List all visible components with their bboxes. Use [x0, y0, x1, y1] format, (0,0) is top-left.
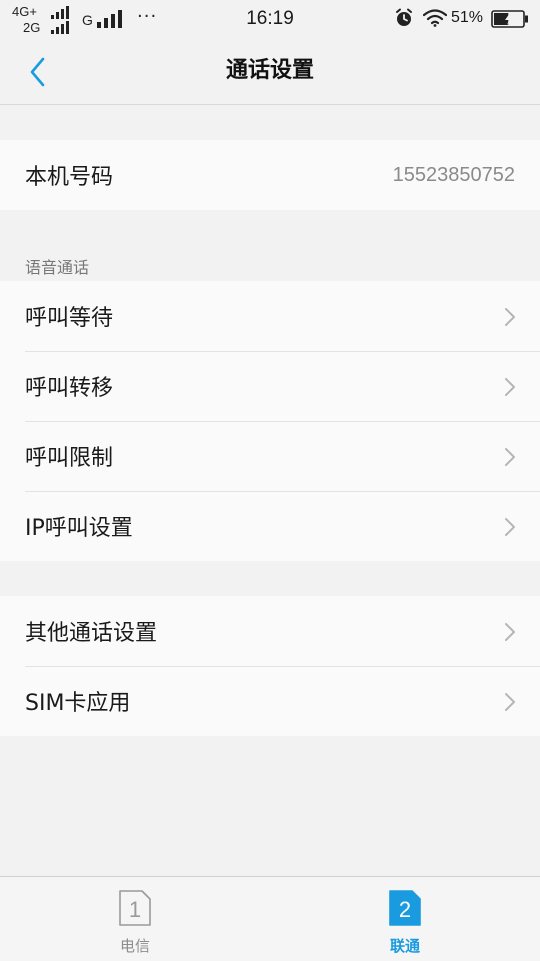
chevron-right-icon [505, 378, 515, 396]
sim-2-number: 2 [399, 897, 411, 922]
other-call-settings-row[interactable]: 其他通话设置 [0, 596, 540, 666]
ip-call-settings-row[interactable]: IP呼叫设置 [0, 491, 540, 561]
wifi-icon [423, 9, 447, 27]
sim-card-icon: 2 [389, 890, 421, 926]
call-forwarding-label: 呼叫转移 [25, 376, 114, 401]
phone-number-label: 本机号码 [25, 165, 114, 190]
phone-number-value: 15523850752 [392, 163, 515, 186]
call-barring-row[interactable]: 呼叫限制 [0, 421, 540, 491]
phone-number-card: 本机号码 15523850752 [0, 140, 540, 210]
title-bar: 通话设置 [0, 38, 540, 105]
alarm-icon [396, 8, 412, 26]
sim-card-icon: 1 [119, 890, 151, 926]
chevron-right-icon [505, 623, 515, 641]
chevron-right-icon [505, 308, 515, 326]
chevron-right-icon [505, 693, 515, 711]
back-arrow-icon [30, 57, 45, 87]
call-forwarding-row[interactable]: 呼叫转移 [0, 351, 540, 421]
sim-applications-label: SIM卡应用 [25, 691, 131, 716]
other-settings-card: 其他通话设置 SIM卡应用 [0, 596, 540, 736]
page-title: 通话设置 [225, 58, 314, 83]
status-bar: 4G+ 2G G ··· 16:19 51% [0, 0, 540, 38]
phone-number-row[interactable]: 本机号码 15523850752 [0, 140, 540, 210]
chevron-right-icon [505, 518, 515, 536]
call-waiting-row[interactable]: 呼叫等待 [0, 281, 540, 351]
back-button[interactable] [18, 52, 58, 92]
sim-2-label: 联通 [389, 937, 420, 955]
call-waiting-label: 呼叫等待 [25, 306, 114, 331]
sim-selector-bar: 1 电信 2 联通 [0, 876, 540, 961]
ip-call-settings-label: IP呼叫设置 [25, 516, 133, 541]
other-call-settings-label: 其他通话设置 [25, 621, 158, 646]
section-header-voice-call: 语音通话 [25, 258, 90, 277]
sim-tab-2[interactable]: 2 联通 [270, 877, 540, 961]
voice-call-card: 呼叫等待 呼叫转移 呼叫限制 IP呼叫设置 [0, 281, 540, 561]
battery-percent: 51% [451, 9, 484, 26]
sim-applications-row[interactable]: SIM卡应用 [0, 666, 540, 736]
sim-tab-1[interactable]: 1 电信 [0, 877, 270, 961]
call-barring-label: 呼叫限制 [25, 446, 114, 471]
sim-1-label: 电信 [119, 937, 150, 955]
battery-charging-icon [491, 10, 528, 28]
sim-1-number: 1 [129, 897, 141, 922]
chevron-right-icon [505, 448, 515, 466]
